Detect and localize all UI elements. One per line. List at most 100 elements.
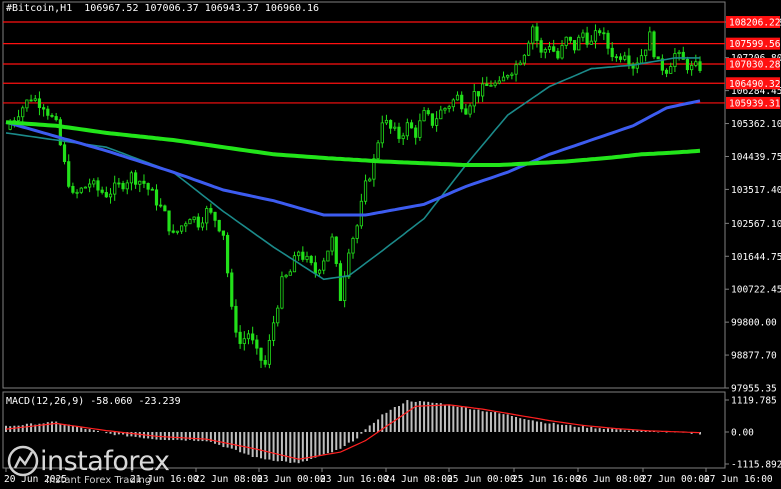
price-tick-label: 103517.40 <box>731 185 781 196</box>
candle-body <box>317 269 322 274</box>
candle-body <box>129 172 134 184</box>
candle-body <box>476 91 481 97</box>
price-tick-label: 104439.75 <box>731 152 781 163</box>
candle-body <box>481 83 485 97</box>
candle-body <box>108 193 113 198</box>
candle-body <box>497 80 501 84</box>
candle-body <box>338 263 343 302</box>
candle-body <box>384 119 389 124</box>
candle-body <box>472 91 476 107</box>
logo-tagline: Instant Forex Trading <box>46 475 152 486</box>
candle-body <box>552 46 556 52</box>
candle-body <box>614 56 618 59</box>
candle-body <box>568 36 572 41</box>
candle-body <box>489 84 493 87</box>
candle-body <box>451 99 455 108</box>
candle-body <box>251 333 255 341</box>
candle-body <box>493 82 497 86</box>
price-tick-label: 98877.70 <box>731 351 777 362</box>
candle-body <box>426 110 430 115</box>
candle-body <box>150 188 154 191</box>
price-chart[interactable]: 97955.35 98877.70 99800.00 100722.45 101644.… <box>0 0 781 489</box>
time-tick-label: 25 Jun 00:00 <box>447 474 516 485</box>
candle-body <box>644 49 648 57</box>
candle-body <box>468 105 472 115</box>
candle-body <box>506 74 510 78</box>
candle-body <box>639 55 644 64</box>
candle-body <box>242 338 246 344</box>
candle-body <box>669 66 673 74</box>
time-tick-label: 27 Jun 00:00 <box>641 474 710 485</box>
candle-body <box>518 62 522 66</box>
candle-body <box>297 251 301 257</box>
time-tick-label: 23 Jun 16:00 <box>320 474 389 485</box>
candle-body <box>88 183 92 188</box>
candle-body <box>121 182 125 190</box>
candle-body <box>322 260 326 271</box>
candle-body <box>455 94 460 101</box>
candle-body <box>522 54 527 64</box>
candle-body <box>685 59 690 71</box>
candle-body <box>589 40 593 45</box>
price-tick-label: 102567.10 <box>731 219 781 230</box>
level-label: 105939.31 <box>729 98 781 109</box>
candle-body <box>593 30 598 42</box>
candle-body <box>422 110 426 122</box>
candle-body <box>154 189 159 206</box>
candle-body <box>188 219 192 225</box>
candle-body <box>380 122 384 144</box>
candle-body <box>334 236 338 264</box>
candle-body <box>267 340 271 365</box>
price-tick-label: 105362.10 <box>731 119 781 130</box>
candle-body <box>305 255 309 260</box>
candle-body <box>67 161 71 187</box>
candle-body <box>355 225 359 239</box>
candle-body <box>326 250 330 262</box>
candle-body <box>46 108 50 116</box>
candle-body <box>146 183 150 190</box>
candle-body <box>618 56 623 60</box>
candle-body <box>25 99 29 109</box>
candle-body <box>62 144 67 163</box>
candle-body <box>514 64 518 75</box>
candle-body <box>184 223 188 227</box>
candle-body <box>100 189 104 193</box>
macd-tick-label: 0.00 <box>731 428 754 439</box>
candle-body <box>539 40 543 53</box>
candle-body <box>664 69 669 74</box>
candle-body <box>221 230 225 236</box>
candle-body <box>510 73 514 76</box>
candle-body <box>209 208 213 213</box>
candle-body <box>192 216 196 220</box>
candle-body <box>401 135 405 139</box>
candle-body <box>389 119 393 129</box>
candle-body <box>556 50 560 59</box>
candle-body <box>37 98 42 108</box>
candle-body <box>585 32 589 45</box>
candle-body <box>213 211 217 221</box>
candle-body <box>602 32 606 35</box>
candle-body <box>246 333 251 340</box>
candle-body <box>598 30 602 34</box>
candle-body <box>276 307 280 324</box>
candle-body <box>117 182 121 185</box>
candle-body <box>572 40 577 51</box>
candle-body <box>196 216 200 228</box>
candle-body <box>113 182 117 195</box>
candle-body <box>96 180 100 191</box>
candle-body <box>652 31 656 58</box>
candle-body <box>623 55 627 60</box>
candle-body <box>531 26 535 44</box>
macd-label: MACD(12,26,9) -58.060 -23.239 <box>6 396 181 407</box>
candle-body <box>138 180 142 185</box>
candle-body <box>648 31 652 51</box>
time-tick-label: 24 Jun 08:00 <box>384 474 453 485</box>
candle-body <box>347 252 351 278</box>
price-tick-label: 101644.75 <box>731 252 781 263</box>
chart-header: #Bitcoin,H1 106967.52 107006.37 106943.3… <box>6 3 319 14</box>
candle-body <box>418 120 422 138</box>
level-label: 107030.28 <box>729 59 781 70</box>
level-label: 108206.22 <box>729 18 780 29</box>
candle-body <box>79 187 83 193</box>
candle-body <box>167 210 171 232</box>
